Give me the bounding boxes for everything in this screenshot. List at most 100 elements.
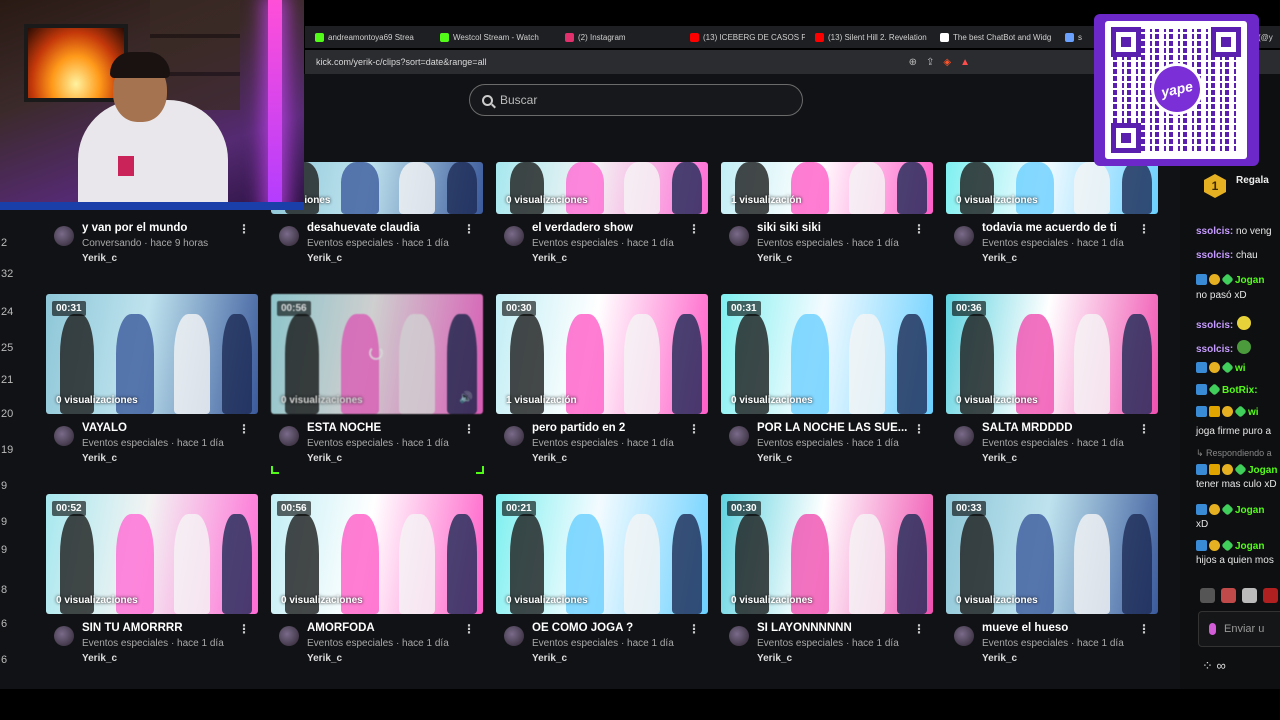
browser-tab[interactable]: andreamontoya69 Strea	[305, 26, 430, 48]
clip-card[interactable]: 00:56 0 visualizaciones 🔊 ESTA NOCHE Eventos…	[271, 294, 483, 464]
browser-tab[interactable]: (13) ICEBERG DE CASOS PE	[680, 26, 805, 48]
channel-avatar[interactable]	[954, 426, 974, 446]
more-options-icon[interactable]: ⋮	[238, 622, 250, 636]
channel-avatar[interactable]	[54, 426, 74, 446]
chat-username[interactable]: Jogan	[1235, 505, 1264, 516]
channel-avatar[interactable]	[279, 626, 299, 646]
clip-channel-name[interactable]: Yerik_c	[532, 453, 708, 464]
clip-card[interactable]: 00:36 0 visualizaciones SALTA MRDDDD Evento…	[946, 294, 1158, 464]
more-options-icon[interactable]: ⋮	[463, 422, 475, 436]
clip-title[interactable]: SALTA MRDDDD	[982, 422, 1157, 434]
clip-title[interactable]: todavia me acuerdo de ti	[982, 222, 1157, 234]
chat-username[interactable]: Jogan	[1235, 275, 1264, 286]
infinity-icon[interactable]: ∞	[1217, 658, 1226, 673]
chat-username[interactable]: BotRix:	[1222, 385, 1258, 396]
channel-avatar[interactable]	[729, 626, 749, 646]
channel-avatar[interactable]	[954, 226, 974, 246]
clip-card[interactable]: 00:21 0 visualizaciones OE COMO JOGA ? Even…	[496, 494, 708, 664]
clip-title[interactable]: el verdadero show	[532, 222, 707, 234]
clip-card[interactable]: 1 visualización siki siki siki Eventos esp…	[721, 162, 933, 264]
chat-username[interactable]: ssolcis:	[1196, 320, 1233, 331]
clip-thumbnail[interactable]: 00:56 0 visualizaciones	[271, 494, 483, 614]
more-options-icon[interactable]: ⋮	[913, 222, 925, 236]
clip-channel-name[interactable]: Yerik_c	[982, 253, 1158, 264]
clip-channel-name[interactable]: Yerik_c	[982, 653, 1158, 664]
channel-avatar[interactable]	[279, 426, 299, 446]
clip-title[interactable]: mueve el hueso	[982, 622, 1157, 634]
channel-avatar[interactable]	[954, 626, 974, 646]
chat-input[interactable]: Enviar u	[1198, 611, 1280, 647]
channel-avatar[interactable]	[504, 626, 524, 646]
mic-icon[interactable]	[1209, 623, 1216, 635]
clip-thumbnail[interactable]: 00:31 0 visualizaciones	[46, 294, 258, 414]
clip-title[interactable]: SI LAYONNNNNN	[757, 622, 932, 634]
clip-card[interactable]: 0 visualizaciones todavia me acuerdo de t…	[946, 162, 1158, 264]
emote-bar[interactable]	[1200, 588, 1278, 603]
search-input[interactable]: Buscar	[469, 84, 803, 116]
chat-username[interactable]: wi	[1248, 407, 1259, 418]
clip-card[interactable]: 00:52 0 visualizaciones SIN TU AMORRRR Even…	[46, 494, 258, 664]
emote-icon[interactable]	[1221, 588, 1236, 603]
chat-username[interactable]: Jogan	[1248, 465, 1277, 476]
more-options-icon[interactable]: ⋮	[238, 222, 250, 236]
clip-title[interactable]: siki siki siki	[757, 222, 932, 234]
clip-thumbnail[interactable]: 00:30 0 visualizaciones	[721, 494, 933, 614]
clip-card[interactable]: 00:30 1 visualización pero partido en 2 Eve…	[496, 294, 708, 464]
clip-thumbnail[interactable]: 00:30 1 visualización	[496, 294, 708, 414]
chat-footer[interactable]: ⁘ ∞	[1202, 658, 1226, 674]
browser-tab[interactable]: (2) Instagram	[555, 26, 680, 48]
clip-title[interactable]: OE COMO JOGA ?	[532, 622, 707, 634]
clip-thumbnail[interactable]: 00:33 0 visualizaciones	[946, 494, 1158, 614]
clip-channel-name[interactable]: Yerik_c	[307, 453, 483, 464]
more-options-icon[interactable]: ⋮	[238, 422, 250, 436]
brave-shield-icon[interactable]: ◈	[943, 57, 951, 68]
clip-card[interactable]: 00:56 0 visualizaciones AMORFODA Eventos es…	[271, 494, 483, 664]
clip-channel-name[interactable]: Yerik_c	[82, 653, 258, 664]
more-options-icon[interactable]: ⋮	[463, 222, 475, 236]
clip-thumbnail[interactable]: 00:36 0 visualizaciones	[946, 294, 1158, 414]
clip-thumbnail[interactable]: 00:56 0 visualizaciones 🔊	[271, 294, 483, 414]
brave-rewards-icon[interactable]: ▲	[960, 57, 970, 68]
more-options-icon[interactable]: ⋮	[1138, 622, 1150, 636]
volume-icon[interactable]: 🔊	[459, 391, 473, 404]
clip-title[interactable]: pero partido en 2	[532, 422, 707, 434]
more-options-icon[interactable]: ⋮	[463, 622, 475, 636]
clip-thumbnail[interactable]: 0 visualizaciones	[946, 162, 1158, 214]
clip-card[interactable]: 0 visualizaciones el verdadero show Evento…	[496, 162, 708, 264]
clip-channel-name[interactable]: Yerik_c	[532, 253, 708, 264]
chat-username[interactable]: ssolcis:	[1196, 344, 1233, 355]
more-options-icon[interactable]: ⋮	[1138, 222, 1150, 236]
clip-thumbnail[interactable]: 00:52 0 visualizaciones	[46, 494, 258, 614]
chat-username[interactable]: ssolcis:	[1196, 250, 1233, 261]
clip-title[interactable]: SIN TU AMORRRR	[82, 622, 257, 634]
clip-title[interactable]: desahuevate claudia	[307, 222, 482, 234]
clip-channel-name[interactable]: Yerik_c	[757, 653, 933, 664]
chat-username[interactable]: Jogan	[1235, 541, 1264, 552]
chat-username[interactable]: ssolcis:	[1196, 226, 1233, 237]
browser-tab[interactable]: (13) Silent Hill 2. Revelation	[805, 26, 930, 48]
clip-card[interactable]: 00:31 0 visualizaciones POR LA NOCHE LAS S…	[721, 294, 933, 464]
clip-channel-name[interactable]: Yerik_c	[82, 453, 258, 464]
more-options-icon[interactable]: ⋮	[688, 622, 700, 636]
clip-thumbnail[interactable]: 00:31 0 visualizaciones	[721, 294, 933, 414]
clip-title[interactable]: VAYALO	[82, 422, 257, 434]
clip-title[interactable]: y van por el mundo	[82, 222, 257, 234]
clip-title[interactable]: ESTA NOCHE	[307, 422, 482, 434]
clip-thumbnail[interactable]: 00:21 0 visualizaciones	[496, 494, 708, 614]
more-options-icon[interactable]: ⋮	[913, 622, 925, 636]
chat-username[interactable]: wi	[1235, 363, 1246, 374]
clip-thumbnail[interactable]: 1 visualización	[721, 162, 933, 214]
clip-channel-name[interactable]: Yerik_c	[982, 453, 1158, 464]
clip-card[interactable]: 00:31 0 visualizaciones VAYALO Eventos espe…	[46, 294, 258, 464]
url-text[interactable]: kick.com/yerik-c/clips?sort=date&range=a…	[316, 57, 909, 67]
clip-title[interactable]: POR LA NOCHE LAS SUE...	[757, 422, 932, 434]
share-icon[interactable]: ⇪	[926, 57, 934, 68]
channel-avatar[interactable]	[729, 226, 749, 246]
clip-thumbnail[interactable]: 0 visualizaciones	[496, 162, 708, 214]
browser-tab[interactable]: The best ChatBot and Widg	[930, 26, 1055, 48]
channel-avatar[interactable]	[504, 226, 524, 246]
clip-channel-name[interactable]: Yerik_c	[757, 453, 933, 464]
more-options-icon[interactable]: ⋮	[688, 222, 700, 236]
more-options-icon[interactable]: ⋮	[913, 422, 925, 436]
more-options-icon[interactable]: ⋮	[688, 422, 700, 436]
